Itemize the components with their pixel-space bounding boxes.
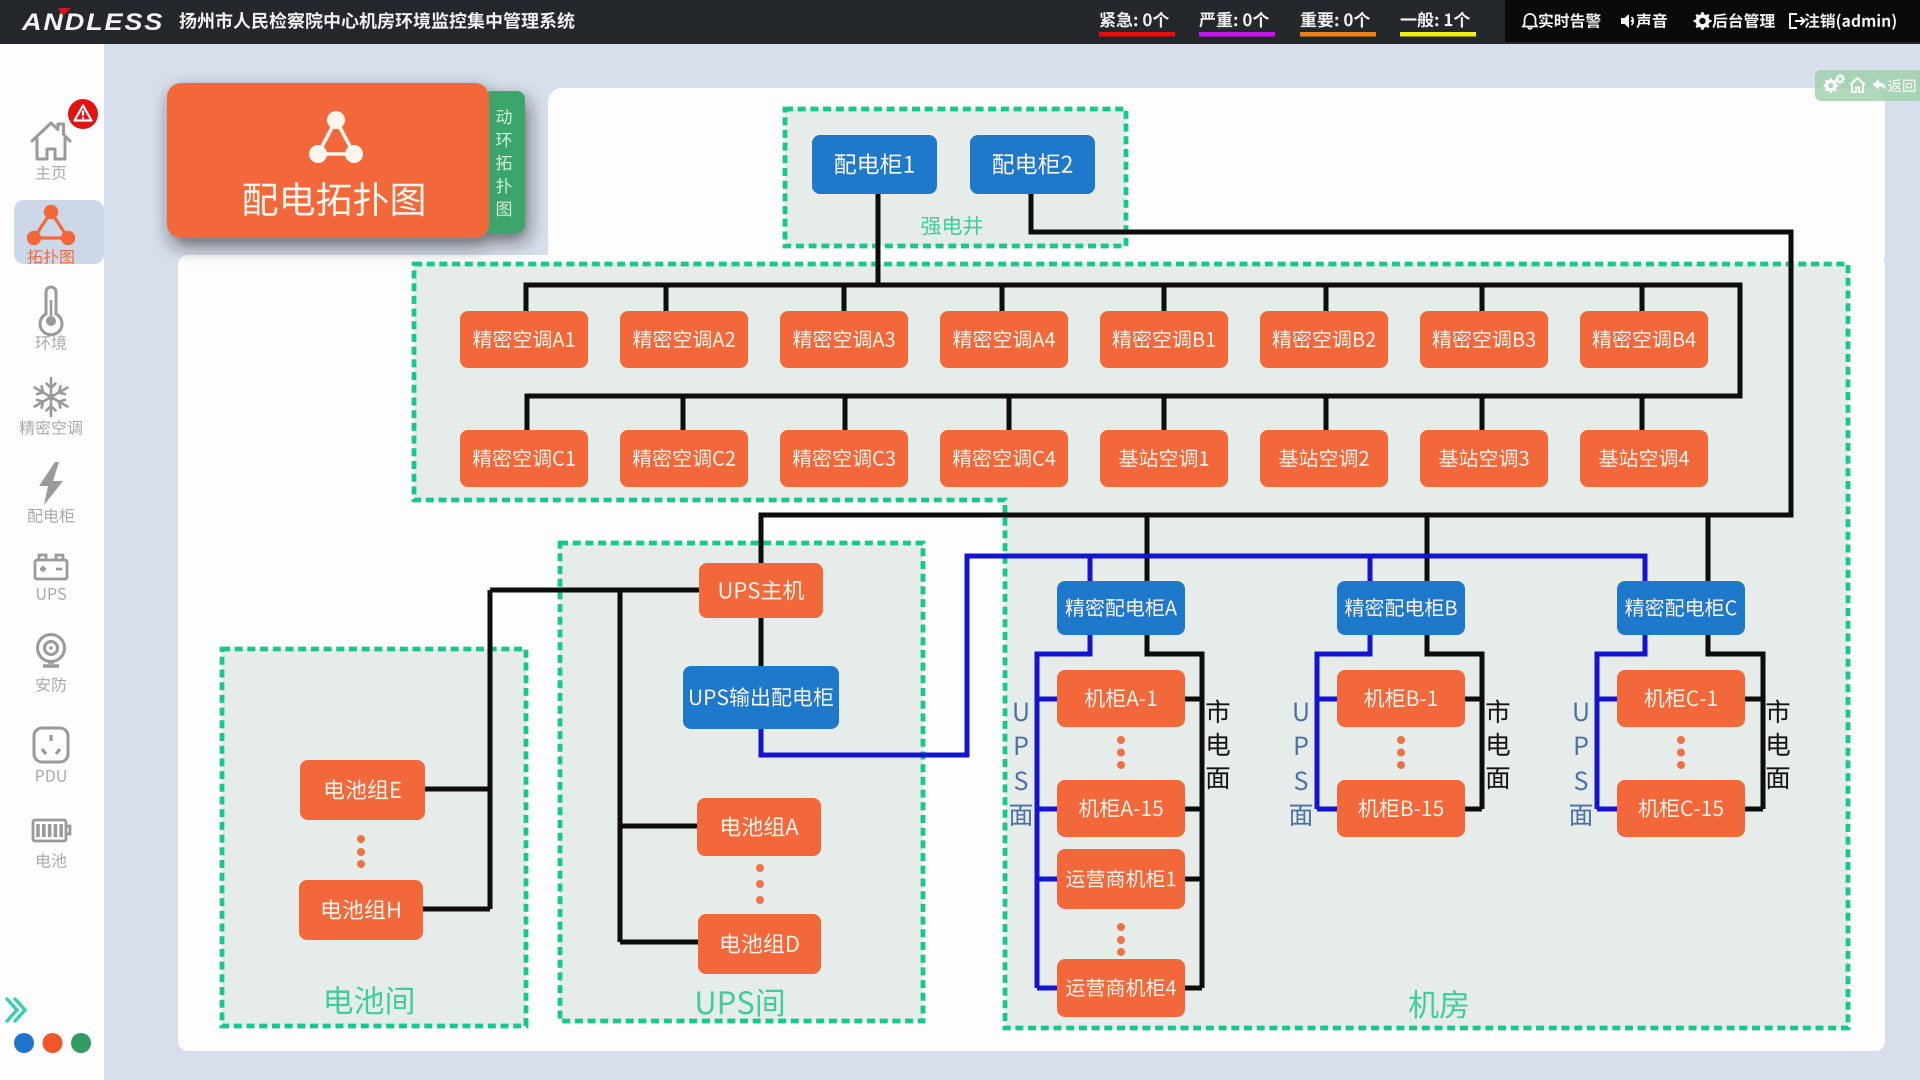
svg-text:ANDLESS: ANDLESS: [21, 9, 164, 35]
